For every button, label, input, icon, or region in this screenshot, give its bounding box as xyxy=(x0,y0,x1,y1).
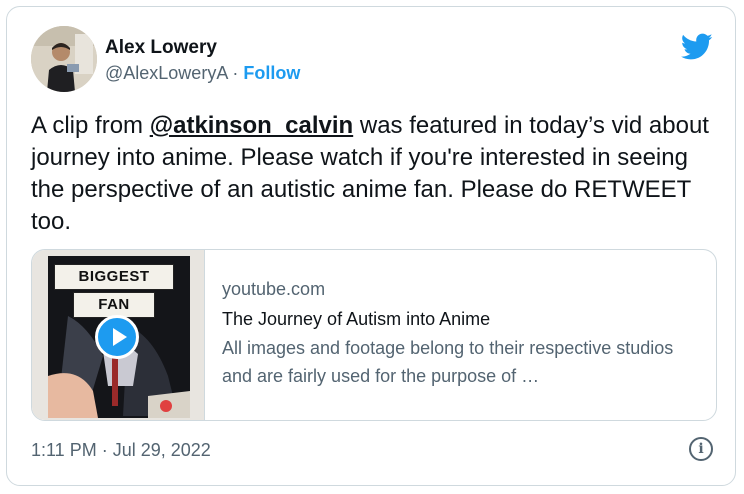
card-thumbnail[interactable]: BIGGEST FAN xyxy=(32,250,205,420)
card-domain: youtube.com xyxy=(222,279,326,299)
author-handle[interactable]: @AlexLoweryA xyxy=(105,63,227,83)
tweet-text: A clip from @atkinson_calvin was feature… xyxy=(31,110,721,238)
tweet-text-before: A clip from xyxy=(31,112,150,139)
avatar[interactable] xyxy=(31,26,97,92)
card-info: youtube.com The Journey of Autism into A… xyxy=(222,276,702,390)
info-icon[interactable]: i xyxy=(689,437,713,461)
tweet-card: Alex Lowery @AlexLoweryA · Follow A clip… xyxy=(6,6,736,486)
handle-separator: · xyxy=(227,63,244,83)
link-card[interactable]: BIGGEST FAN youtube.com The Journey of A… xyxy=(31,249,717,421)
author-handle-row: @AlexLoweryA · Follow xyxy=(105,63,300,84)
play-icon[interactable] xyxy=(95,315,139,359)
avatar-photo xyxy=(31,26,97,92)
card-title: The Journey of Autism into Anime xyxy=(222,309,491,329)
mention-link[interactable]: @atkinson_calvin xyxy=(150,112,353,139)
tweet-timestamp[interactable]: 1:11 PM · Jul 29, 2022 xyxy=(31,440,211,461)
card-description: All images and footage belong to their r… xyxy=(222,338,674,386)
follow-button[interactable]: Follow xyxy=(243,63,300,83)
twitter-bird-icon[interactable] xyxy=(681,33,713,61)
thumbnail-label-biggest: BIGGEST xyxy=(54,264,174,290)
author-name[interactable]: Alex Lowery xyxy=(105,37,217,59)
